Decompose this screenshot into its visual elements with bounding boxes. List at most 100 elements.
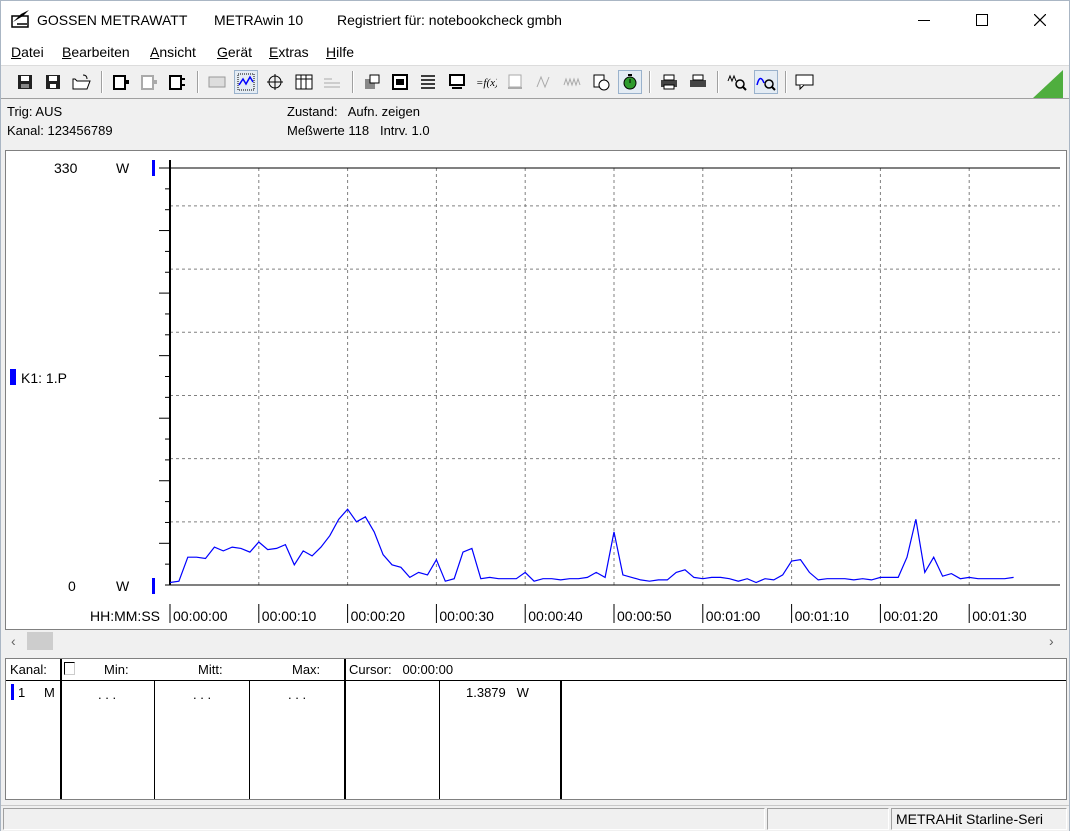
svg-text:=f(x): =f(x): [476, 77, 497, 89]
table-divider: [249, 681, 250, 799]
line-view-button[interactable]: [234, 70, 258, 94]
x-tick-label: 00:00:00: [173, 608, 228, 624]
save-as-icon: [46, 75, 60, 89]
save-icon: [18, 75, 32, 89]
table-button[interactable]: [292, 70, 316, 94]
scroll-left-arrow[interactable]: ‹: [11, 633, 16, 649]
device-icon: [113, 75, 129, 90]
menu-bearbeiten[interactable]: Bearbeiten: [62, 44, 130, 60]
measurement-table: Kanal: Min: Mitt: Max: Cursor: 00:00:00 …: [5, 658, 1067, 800]
zoom-wave-icon: [727, 74, 747, 91]
device-button[interactable]: [109, 70, 133, 94]
menu-geraet[interactable]: Gerät: [217, 44, 252, 60]
app-logo-icon: [11, 10, 29, 28]
signal-icon: [536, 75, 550, 89]
x-tick-label: 00:00:40: [528, 608, 583, 624]
x-tick-label: 00:00:30: [439, 608, 494, 624]
save-as-button[interactable]: [41, 70, 65, 94]
measurement-table-header: Kanal: Min: Mitt: Max: Cursor: 00:00:00: [6, 659, 1066, 681]
save-button[interactable]: [13, 70, 37, 94]
zoom-wave-button[interactable]: [725, 70, 749, 94]
menu-hilfe[interactable]: Hilfe: [326, 44, 354, 60]
signal-button[interactable]: [532, 70, 556, 94]
scroll-thumb[interactable]: [27, 632, 53, 650]
export-icon: [365, 74, 380, 89]
table-divider: [60, 659, 62, 799]
export-button[interactable]: [360, 70, 384, 94]
col-cursor: Cursor: 00:00:00: [349, 662, 454, 677]
toolbar-separator: [101, 71, 103, 93]
series-line-k1: [169, 508, 1014, 584]
info-bar: Trig: AUS Kanal: 123456789 Zustand: Aufn…: [1, 100, 1069, 146]
col-max: Max:: [292, 662, 321, 677]
table-divider: [154, 681, 155, 799]
close-button[interactable]: [1011, 1, 1069, 39]
status-pane-middle: [767, 808, 889, 830]
scroll-right-arrow[interactable]: ›: [1049, 633, 1054, 649]
y-max-unit: W: [116, 160, 130, 176]
status-pane-main: [3, 808, 765, 830]
toolbar-separator: [717, 71, 719, 93]
open-button[interactable]: [69, 70, 93, 94]
wave-icon: [563, 77, 581, 87]
minimize-icon: [918, 20, 930, 21]
list-view-icon: [324, 78, 340, 88]
x-tick-label: 00:00:10: [262, 608, 317, 624]
wave-button[interactable]: [560, 70, 584, 94]
trigger-status: Trig: AUS: [7, 104, 63, 119]
device-disabled-button[interactable]: [137, 70, 161, 94]
col-mitt: Mitt:: [198, 662, 223, 677]
maximize-button[interactable]: [953, 1, 1011, 39]
menu-ansicht[interactable]: Ansicht: [150, 44, 196, 60]
import-icon: [392, 74, 408, 90]
col-kanal: Kanal:: [10, 662, 47, 677]
table-divider: [560, 681, 562, 799]
chart-grid: [170, 168, 1060, 585]
open-icon: [72, 74, 91, 90]
display-icon: [208, 76, 226, 88]
maximize-icon: [976, 14, 988, 26]
select-all-checkbox[interactable]: [64, 662, 75, 675]
row-min: . . .: [98, 687, 117, 702]
zoom-curve-icon: [756, 77, 776, 91]
status-bar: METRAHit Starline-Seri: [1, 805, 1069, 831]
x-tick-label: 00:01:30: [972, 608, 1027, 624]
device-config-button[interactable]: [165, 70, 189, 94]
monitor-button[interactable]: [445, 70, 469, 94]
chart-panel[interactable]: 330 W 0 W K1: 1.P HH:MM:SS 00:00:00 00:00…: [5, 150, 1067, 630]
y-axis-ticks: [159, 167, 170, 586]
list-view-button[interactable]: [320, 70, 344, 94]
line-view-icon: [237, 73, 255, 91]
display-button[interactable]: [205, 70, 229, 94]
settings-list-icon: [421, 75, 435, 89]
minimize-button[interactable]: [895, 1, 953, 39]
print-setup-icon: [690, 74, 706, 87]
stopwatch-icon: [623, 74, 637, 90]
x-tick-label: 00:00:50: [617, 608, 672, 624]
timer-button[interactable]: [589, 70, 613, 94]
menu-extras[interactable]: Extras: [269, 44, 309, 60]
row-mitt: . . .: [193, 687, 212, 702]
meter-button[interactable]: [503, 70, 527, 94]
power-chart[interactable]: 330 W 0 W K1: 1.P HH:MM:SS 00:00:00 00:00…: [6, 151, 1066, 629]
y-min-unit: W: [116, 578, 130, 594]
toolbar-separator: [197, 71, 199, 93]
formula-button[interactable]: =f(x): [474, 70, 498, 94]
y-min-label: 0: [68, 578, 76, 594]
toolbar-separator: [352, 71, 354, 93]
zoom-curve-button[interactable]: [754, 70, 778, 94]
settings-list-button[interactable]: [416, 70, 440, 94]
message-button[interactable]: [793, 70, 817, 94]
import-button[interactable]: [388, 70, 412, 94]
horizontal-scrollbar[interactable]: ‹ ›: [5, 631, 1067, 651]
crosshair-icon: [267, 74, 283, 90]
row-cursor-value: 1.3879 W: [466, 685, 529, 700]
stopwatch-button[interactable]: [618, 70, 642, 94]
x-axis-label: HH:MM:SS: [90, 608, 160, 624]
menu-datei[interactable]: Datei: [11, 44, 44, 60]
print-setup-button[interactable]: [686, 70, 710, 94]
print-button[interactable]: [657, 70, 681, 94]
crosshair-button[interactable]: [263, 70, 287, 94]
app-window: GOSSEN METRAWATT METRAwin 10 Registriert…: [0, 0, 1070, 831]
toolbar: =f(x): [1, 65, 1069, 99]
